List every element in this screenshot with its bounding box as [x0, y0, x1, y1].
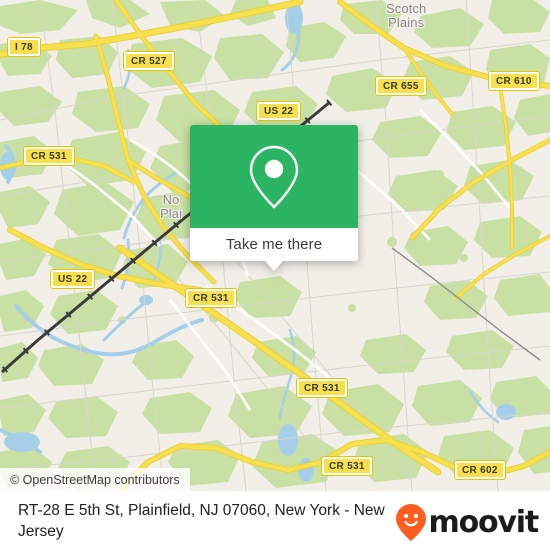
shield-cr-610[interactable]: CR 610 — [488, 71, 540, 91]
moovit-smiley-pin-icon — [395, 504, 426, 541]
shield-us-22-left[interactable]: US 22 — [49, 269, 96, 289]
popup-footer[interactable]: Take me there — [190, 228, 358, 261]
shield-cr-602-bottom[interactable]: CR 602 — [454, 460, 506, 480]
address-caption: RT-28 E 5th St, Plainfield, NJ 07060, Ne… — [18, 502, 385, 540]
shield-cr-531-upper-left[interactable]: CR 531 — [23, 146, 75, 166]
shield-cr-527[interactable]: CR 527 — [123, 51, 175, 71]
shield-cr-531-mid-bottom[interactable]: CR 531 — [296, 378, 348, 398]
moovit-wordmark: moovit — [428, 505, 540, 540]
popup-pointer-tail — [265, 261, 283, 271]
moovit-logo[interactable]: moovit — [395, 500, 540, 543]
map-pin-icon — [249, 145, 299, 209]
popup-body: Take me there — [190, 125, 358, 261]
attribution-text: © OpenStreetMap contributors — [10, 472, 180, 487]
shield-cr-531-center[interactable]: CR 531 — [185, 288, 237, 308]
moovit-map-screenshot: Scotch Plains No Plai I 78 CR 527 CR 655… — [0, 0, 550, 550]
location-popup[interactable]: Take me there — [190, 125, 358, 271]
shield-cr-655[interactable]: CR 655 — [375, 76, 427, 96]
popup-header — [190, 125, 358, 228]
shield-cr-531-bottom[interactable]: CR 531 — [321, 456, 373, 476]
shield-i-78[interactable]: I 78 — [7, 37, 41, 57]
map-attribution[interactable]: © OpenStreetMap contributors — [0, 468, 190, 491]
shield-us-22-top[interactable]: US 22 — [255, 101, 302, 121]
caption-bar: RT-28 E 5th St, Plainfield, NJ 07060, Ne… — [0, 491, 550, 550]
map-viewport[interactable]: Scotch Plains No Plai I 78 CR 527 CR 655… — [0, 0, 550, 491]
take-me-there-button[interactable]: Take me there — [226, 236, 322, 253]
